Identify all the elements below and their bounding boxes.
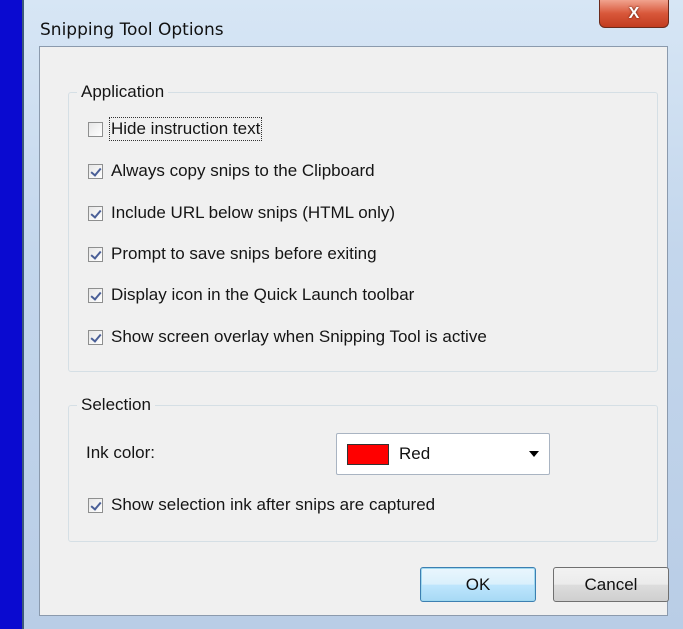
ink-color-value: Red	[399, 444, 431, 463]
ink-color-label: Ink color:	[86, 443, 155, 463]
options-dialog: Snipping Tool Options X Application Hide…	[22, 0, 683, 629]
chevron-down-icon	[529, 451, 539, 457]
dialog-title: Snipping Tool Options	[40, 20, 224, 40]
quick-launch-checkbox[interactable]	[88, 287, 103, 303]
close-icon: X	[628, 4, 640, 22]
ink-color-label-text: Ink color:	[86, 443, 155, 462]
copy-clipboard-checkbox[interactable]	[88, 163, 103, 179]
screen-overlay-checkbox[interactable]	[88, 329, 103, 345]
ink-color-swatch	[347, 443, 389, 465]
ok-button-label: OK	[465, 574, 491, 594]
close-button[interactable]: X	[599, 0, 669, 28]
option-label: Include URL below snips (HTML only)	[111, 203, 396, 222]
ink-color-dropdown[interactable]: Red	[336, 433, 550, 475]
option-copy-to-clipboard[interactable]: Always copy snips to the Clipboard	[88, 161, 375, 181]
option-label: Show selection ink after snips are captu…	[111, 495, 436, 514]
hide-instruction-checkbox[interactable]	[88, 121, 103, 137]
include-url-checkbox[interactable]	[88, 205, 103, 221]
dialog-body: Application Hide instruction text Always…	[39, 46, 669, 616]
option-screen-overlay[interactable]: Show screen overlay when Snipping Tool i…	[88, 327, 487, 347]
option-label: Prompt to save snips before exiting	[111, 244, 377, 263]
cancel-button[interactable]: Cancel	[553, 567, 669, 602]
option-include-url[interactable]: Include URL below snips (HTML only)	[88, 203, 395, 223]
selection-group-label: Selection	[77, 395, 155, 415]
option-show-selection-ink[interactable]: Show selection ink after snips are captu…	[88, 495, 435, 515]
option-label: Show screen overlay when Snipping Tool i…	[111, 327, 487, 346]
option-label: Always copy snips to the Clipboard	[111, 161, 375, 180]
option-label: Hide instruction text	[108, 117, 263, 141]
option-prompt-save[interactable]: Prompt to save snips before exiting	[88, 244, 377, 264]
application-group-label: Application	[77, 82, 169, 102]
option-hide-instruction-text[interactable]: Hide instruction text	[88, 117, 263, 141]
option-label: Display icon in the Quick Launch toolbar	[111, 285, 415, 304]
cancel-button-label: Cancel	[584, 574, 638, 594]
show-ink-checkbox[interactable]	[88, 497, 103, 513]
ok-button[interactable]: OK	[420, 567, 536, 602]
option-quick-launch-icon[interactable]: Display icon in the Quick Launch toolbar	[88, 285, 414, 305]
prompt-save-checkbox[interactable]	[88, 246, 103, 262]
